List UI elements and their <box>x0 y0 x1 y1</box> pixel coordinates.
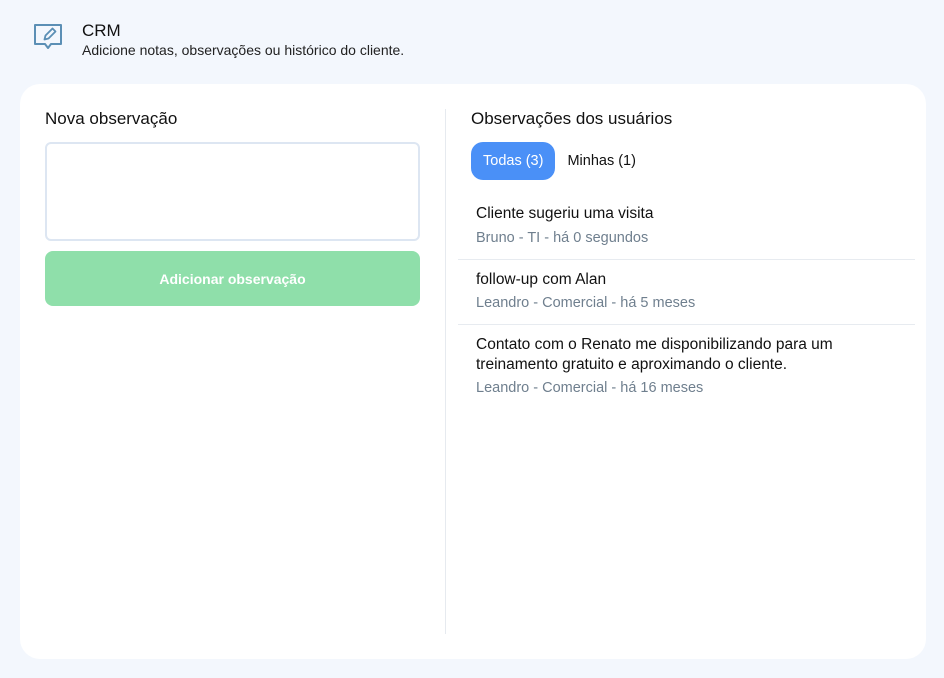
list-item: Contato com o Renato me disponibilizando… <box>458 325 915 409</box>
note-text: Cliente sugeriu uma visita <box>476 205 654 222</box>
edit-note-icon <box>34 24 62 49</box>
page-subtitle: Adicione notas, observações ou histórico… <box>82 42 405 58</box>
new-note-title: Nova observação <box>45 109 178 128</box>
new-note-panel: Nova observação Adicionar observação <box>45 108 420 306</box>
note-text: follow-up com Alan <box>476 270 607 288</box>
page-header: CRM Adicione notas, observações ou histó… <box>30 18 404 59</box>
note-text: Contato com o Renato me disponibilizando… <box>476 336 833 373</box>
list-item: Cliente sugeriu uma visita Bruno - TI - … <box>458 194 915 260</box>
main-card: Nova observação Adicionar observação Obs… <box>20 84 926 659</box>
panel-divider <box>445 109 446 634</box>
tab-mine[interactable]: Minhas (1) <box>555 142 648 180</box>
notes-title: Observações dos usuários <box>471 109 673 128</box>
list-item: follow-up com Alan Leandro - Comercial -… <box>458 260 915 325</box>
note-meta: Leandro - Comercial - há 16 meses <box>476 380 704 396</box>
note-meta: Leandro - Comercial - há 5 meses <box>476 295 696 311</box>
page-title: CRM <box>82 21 121 40</box>
notes-list: Cliente sugeriu uma visita Bruno - TI - … <box>458 194 915 409</box>
notes-tabs: Todas (3) Minhas (1) <box>471 142 915 180</box>
add-note-button[interactable]: Adicionar observação <box>45 251 420 306</box>
tab-all[interactable]: Todas (3) <box>471 142 556 180</box>
notes-panel: Observações dos usuários Todas (3) Minha… <box>458 108 915 409</box>
note-textarea[interactable] <box>45 142 420 241</box>
note-meta: Bruno - TI - há 0 segundos <box>476 229 649 246</box>
